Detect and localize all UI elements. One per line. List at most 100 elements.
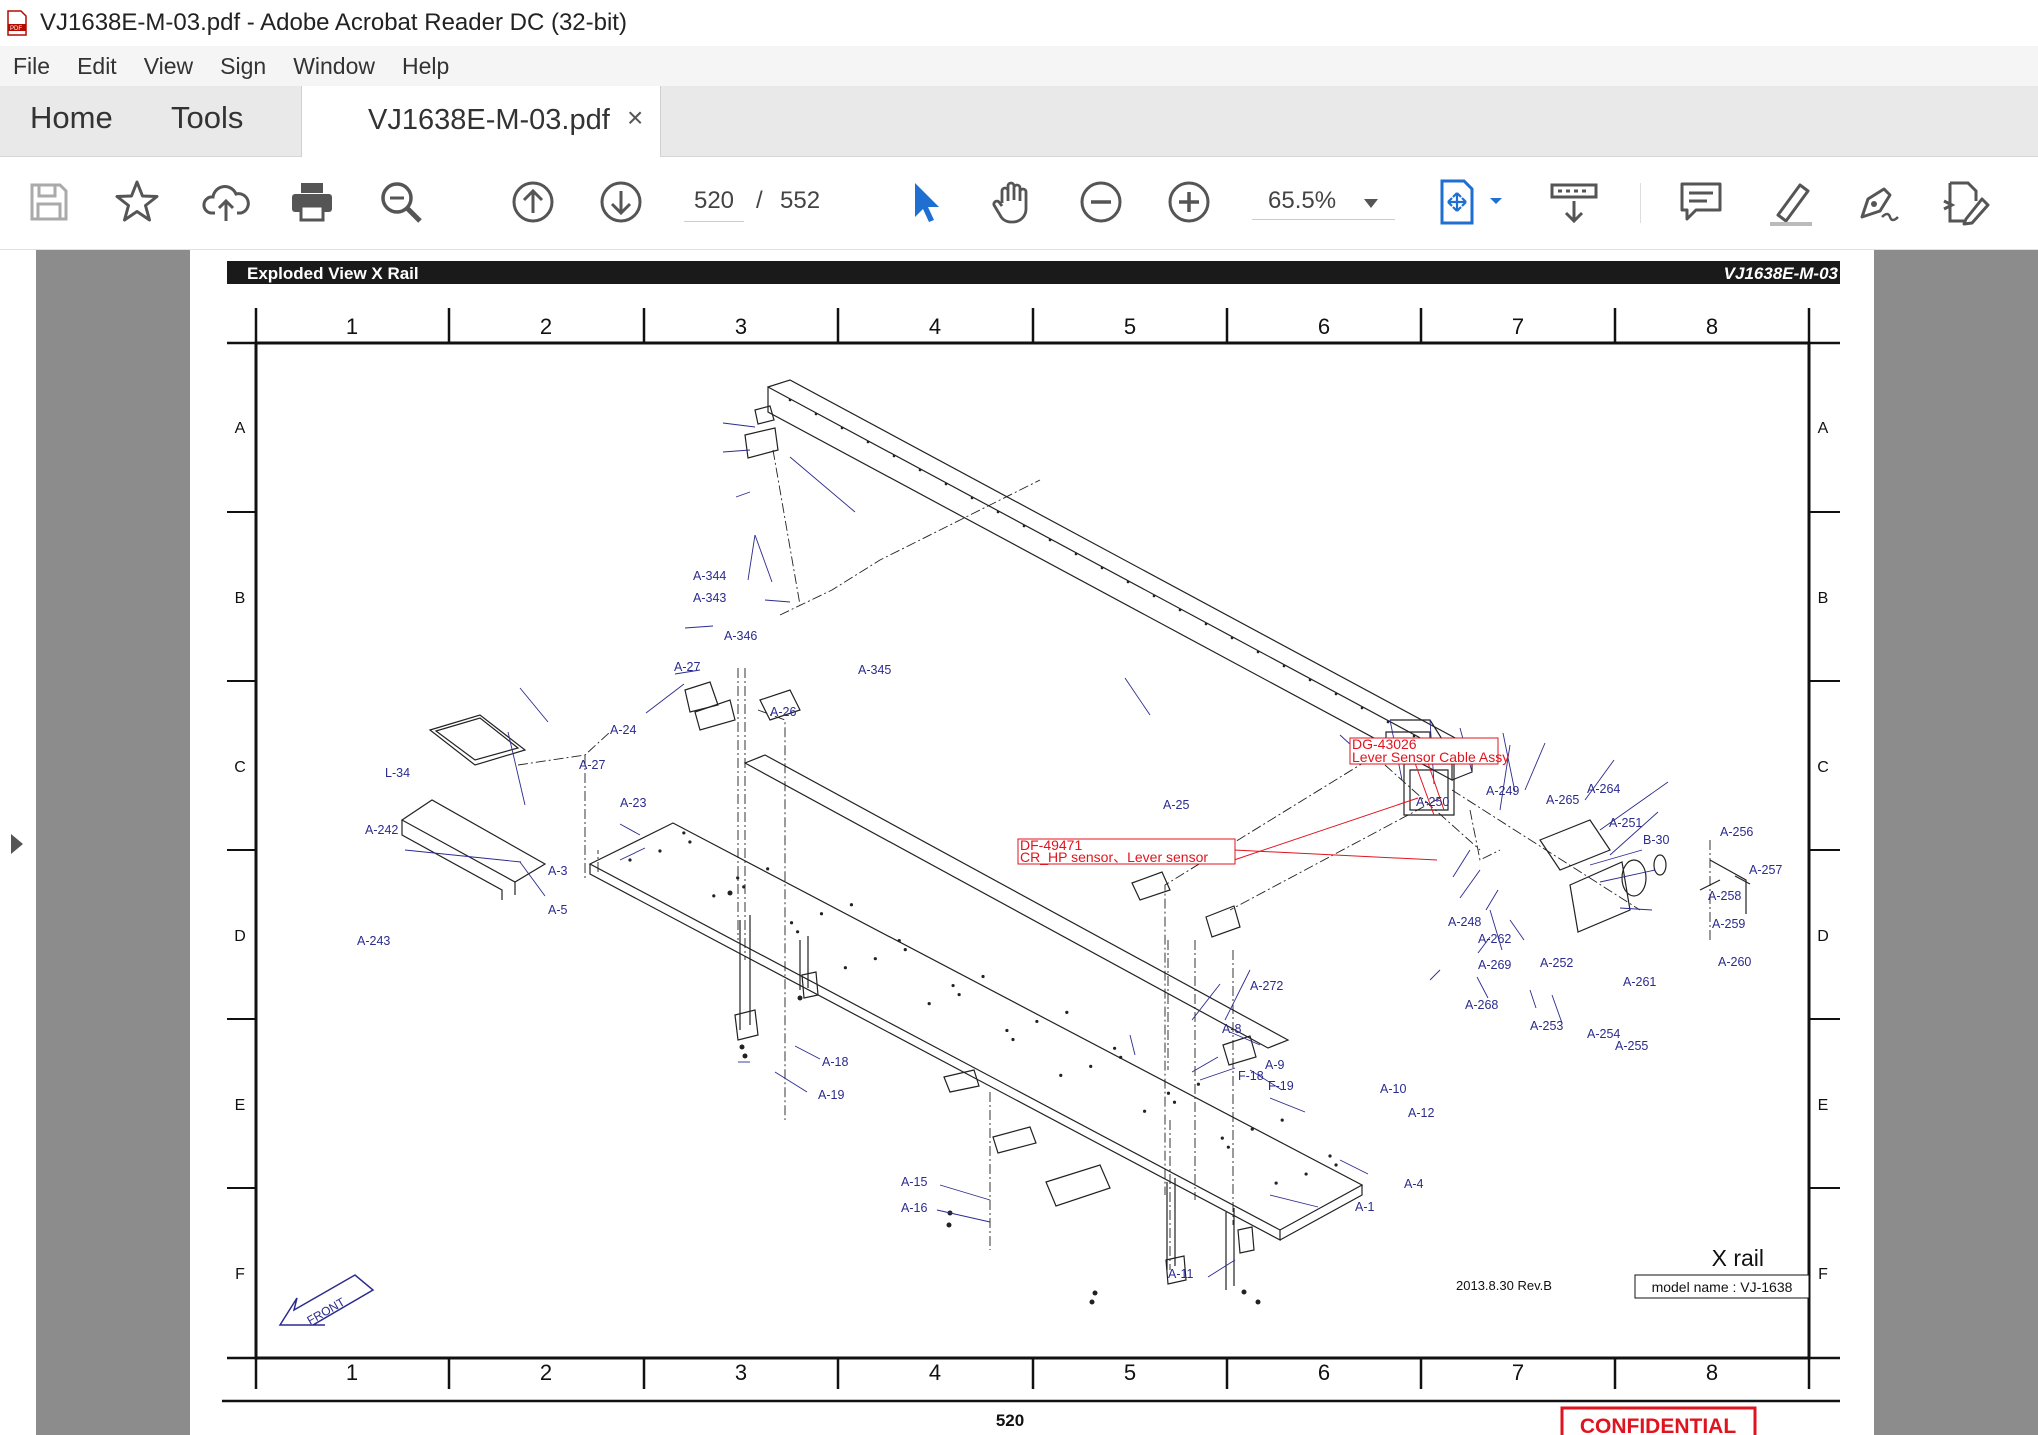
hardware-dot xyxy=(742,1053,748,1059)
hardware-dot xyxy=(1280,1118,1284,1122)
part-label: A-27 xyxy=(674,660,700,674)
menu-edit[interactable]: Edit xyxy=(64,53,131,80)
toolbar: 520 / 552 65.5% xyxy=(0,157,2038,250)
header-band xyxy=(227,261,1840,284)
hardware-dot xyxy=(682,831,686,835)
left-panel-toggle[interactable] xyxy=(0,250,36,1435)
hardware-dot xyxy=(1226,1145,1230,1149)
hardware-dot xyxy=(1092,1290,1098,1296)
row-letter: D xyxy=(234,928,246,945)
viewport-margin-right xyxy=(1874,250,2038,1435)
hardware-dot xyxy=(727,890,733,896)
scroll-mode-icon[interactable] xyxy=(1548,177,1604,227)
hardware-dot xyxy=(1282,664,1286,668)
title-bar: PDF VJ1638E-M-03.pdf - Adobe Acrobat Rea… xyxy=(0,0,2038,46)
hardware-dot xyxy=(1196,1082,1201,1086)
hardware-dot xyxy=(927,1001,931,1006)
zoom-search-icon[interactable] xyxy=(376,177,426,227)
part-label: A-251 xyxy=(1609,816,1642,830)
part-label: F-18 xyxy=(1238,1069,1264,1083)
part-label: A-3 xyxy=(548,864,568,878)
part-label: A-262 xyxy=(1478,932,1511,946)
col-number: 6 xyxy=(1318,314,1330,339)
hardware-dot xyxy=(1089,1064,1093,1068)
hardware-dot xyxy=(897,939,901,943)
part-label: A-344 xyxy=(693,569,726,583)
hardware-dot xyxy=(1089,1299,1095,1305)
hand-pan-icon[interactable] xyxy=(988,177,1038,227)
page-down-icon[interactable] xyxy=(596,177,646,227)
hardware-dot xyxy=(1274,1181,1278,1185)
part-label: A-265 xyxy=(1546,793,1579,807)
hardware-dot xyxy=(957,992,961,997)
part-label: A-11 xyxy=(1168,1267,1194,1281)
hardware-dot xyxy=(788,398,792,402)
hardware-dot xyxy=(1256,650,1260,654)
part-label: A-8 xyxy=(1222,1022,1242,1036)
part-label: A-16 xyxy=(901,1201,927,1215)
hardware-dot xyxy=(1328,1154,1332,1158)
row-letter: C xyxy=(234,759,246,776)
col-number: 4 xyxy=(929,314,941,339)
part-label: A-252 xyxy=(1540,956,1573,970)
bookmark-star-icon[interactable] xyxy=(112,177,162,227)
close-tab-icon[interactable]: × xyxy=(627,102,643,134)
tab-tools[interactable]: Tools xyxy=(171,100,243,136)
zoom-in-icon[interactable] xyxy=(1164,177,1214,227)
part-label: A-19 xyxy=(818,1088,844,1102)
chevron-right-icon[interactable] xyxy=(11,834,23,854)
hardware-dot xyxy=(1334,692,1338,696)
current-page-input[interactable]: 520 xyxy=(684,187,744,222)
hardware-dot xyxy=(1152,594,1156,598)
highlight-pen-icon[interactable] xyxy=(1766,177,1816,227)
menu-file[interactable]: File xyxy=(0,53,64,80)
menu-window[interactable]: Window xyxy=(280,53,389,80)
zoom-out-icon[interactable] xyxy=(1076,177,1126,227)
hardware-dot xyxy=(1334,1163,1338,1167)
hardware-dot xyxy=(1011,1037,1015,1042)
select-pointer-icon[interactable] xyxy=(900,177,950,227)
hardware-dot xyxy=(903,948,907,952)
upload-cloud-icon[interactable] xyxy=(201,177,251,227)
hardware-dot xyxy=(981,974,985,979)
zoom-level-select[interactable]: 65.5% xyxy=(1252,185,1395,220)
part-label: A-261 xyxy=(1623,975,1656,989)
page-up-icon[interactable] xyxy=(508,177,558,227)
acrobat-pdf-icon: PDF xyxy=(6,10,28,36)
part-label: A-243 xyxy=(357,934,390,948)
tab-document[interactable]: VJ1638E-M-03.pdf × xyxy=(301,86,661,157)
part-label: A-257 xyxy=(1749,863,1782,877)
part-label: A-249 xyxy=(1486,784,1519,798)
hardware-dot xyxy=(1250,1127,1254,1131)
edit-export-icon[interactable] xyxy=(1940,177,1990,227)
col-number: 3 xyxy=(735,314,747,339)
hardware-dot xyxy=(840,426,844,430)
menu-view[interactable]: View xyxy=(131,53,207,80)
menu-sign[interactable]: Sign xyxy=(207,53,280,80)
part-label: A-9 xyxy=(1265,1058,1285,1072)
comment-icon[interactable] xyxy=(1676,177,1726,227)
save-icon[interactable] xyxy=(24,177,74,227)
part-label: L-34 xyxy=(385,766,410,780)
fit-page-icon[interactable] xyxy=(1436,177,1506,227)
part-label: A-260 xyxy=(1718,955,1751,969)
hardware-dot xyxy=(873,957,877,961)
tab-home[interactable]: Home xyxy=(30,100,113,136)
row-letter-right: E xyxy=(1818,1097,1829,1114)
hardware-dot xyxy=(1035,1019,1039,1024)
print-icon[interactable] xyxy=(287,177,337,227)
sign-icon[interactable] xyxy=(1852,177,1902,227)
col-number-bottom: 5 xyxy=(1124,1360,1136,1385)
menu-help[interactable]: Help xyxy=(389,53,463,80)
part-label: A-259 xyxy=(1712,917,1745,931)
hardware-dot xyxy=(1204,622,1208,626)
part-label: F-19 xyxy=(1268,1079,1294,1093)
col-number-bottom: 6 xyxy=(1318,1360,1330,1385)
hardware-dot xyxy=(970,496,974,500)
col-number-bottom: 2 xyxy=(540,1360,552,1385)
header-doc-id: VJ1638E-M-03 xyxy=(1724,264,1839,283)
part-label: A-272 xyxy=(1250,979,1283,993)
col-number: 8 xyxy=(1706,314,1718,339)
hardware-dot xyxy=(1172,1100,1177,1104)
part-label: A-4 xyxy=(1404,1177,1424,1191)
